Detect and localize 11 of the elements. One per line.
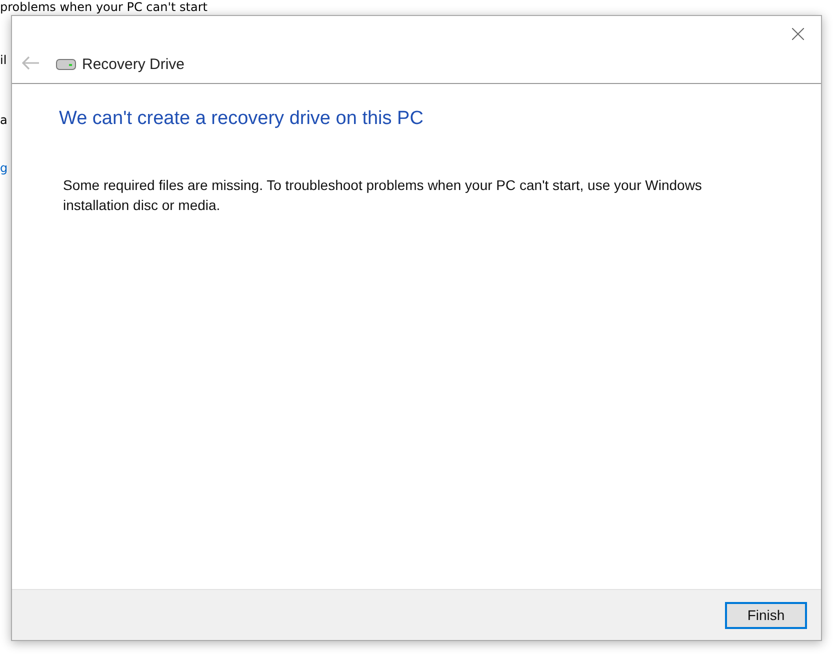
window-title: Recovery Drive: [82, 56, 185, 72]
background-text: a: [0, 113, 8, 127]
drive-icon: [56, 58, 76, 70]
heading: We can't create a recovery drive on this PC: [59, 108, 424, 130]
background-text: il: [0, 53, 7, 67]
background-text: problems when your PC can't start: [0, 0, 208, 14]
back-arrow-icon: [22, 56, 40, 70]
link[interactable]: g: [0, 161, 8, 175]
close-icon: [792, 28, 804, 40]
finish-button[interactable]: Finish: [725, 602, 807, 628]
message-text: Some required files are missing. To troubleshoot problems when your PC can't start, use your Windows installation disc or media.: [63, 176, 703, 215]
